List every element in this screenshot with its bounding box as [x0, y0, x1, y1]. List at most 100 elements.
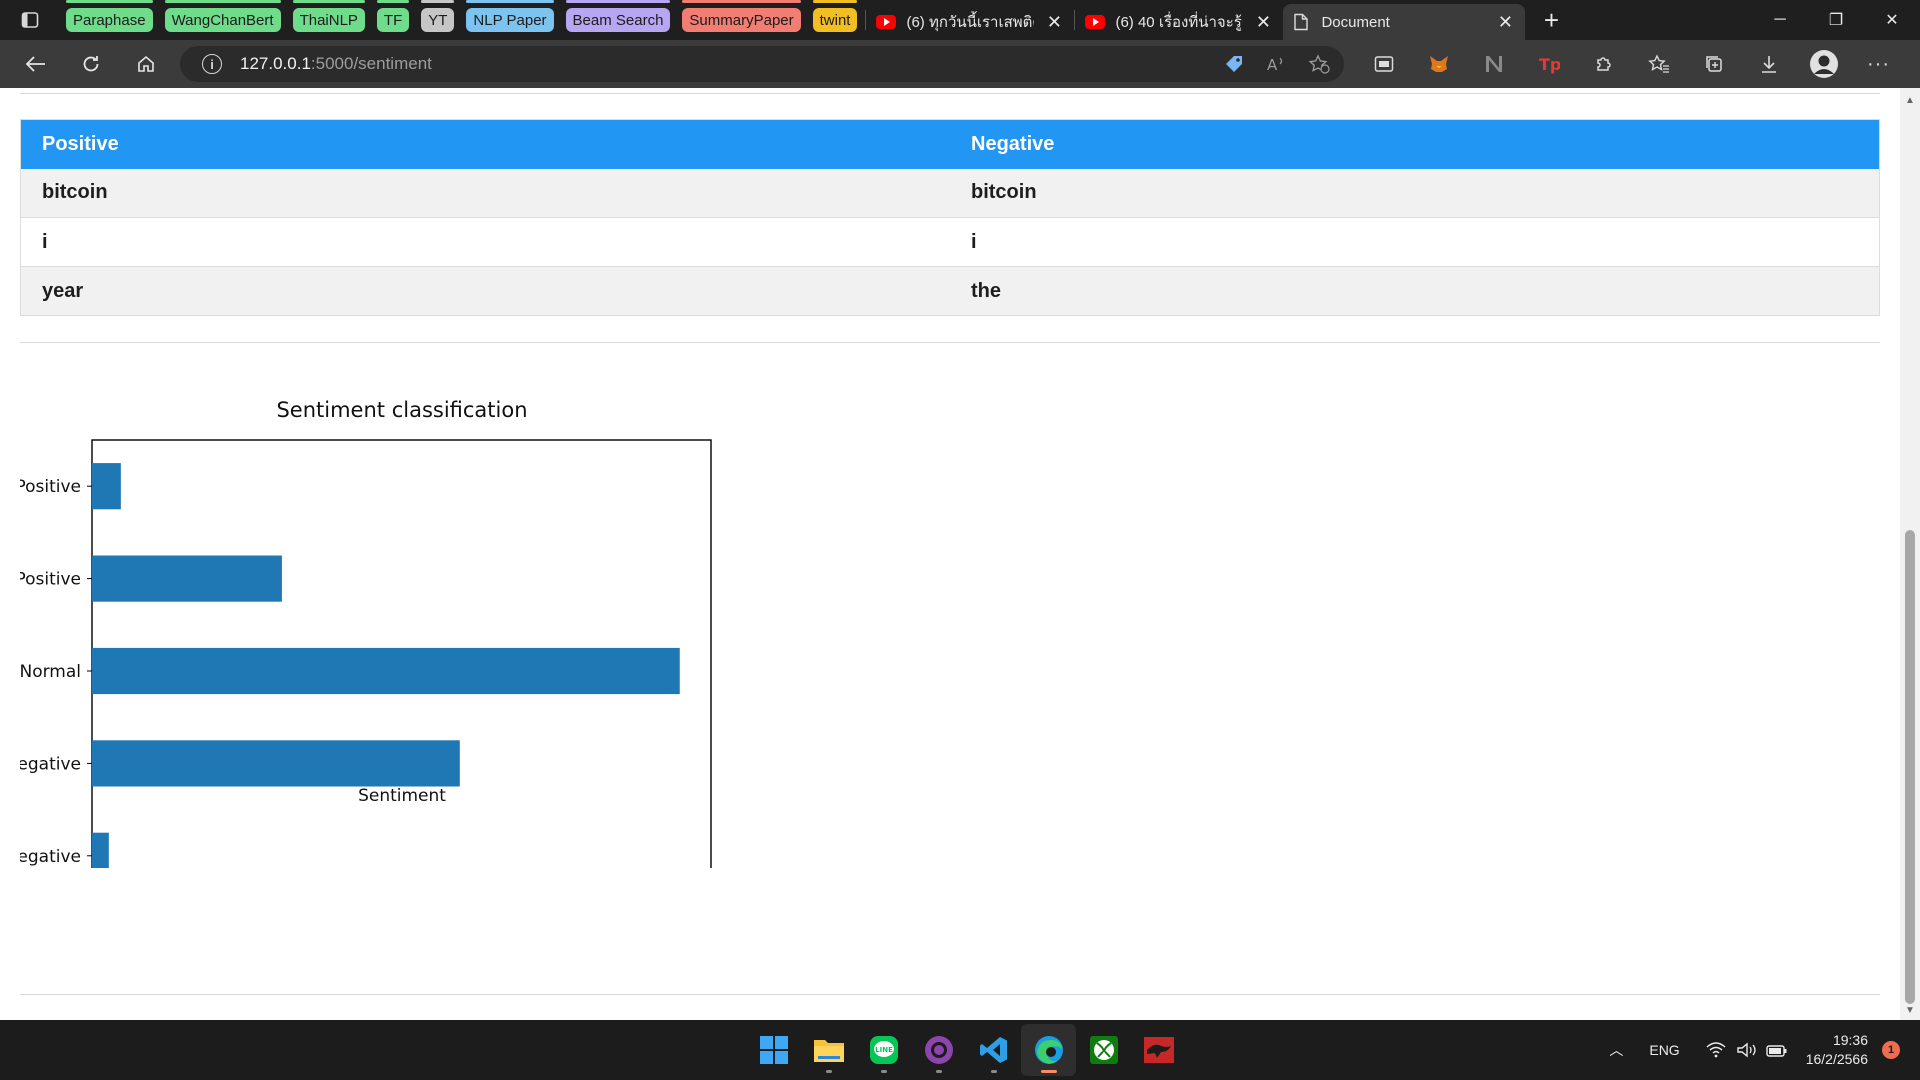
running-indicator [936, 1070, 942, 1073]
tab-youtube-2[interactable]: (6) 40 เรื่องที่น่าจะรู้ก่อนอายุ 40 ✕ [1075, 4, 1283, 40]
favorites-star-icon [1647, 54, 1669, 73]
start-button[interactable] [746, 1024, 801, 1076]
pinned-app-button[interactable] [1131, 1024, 1186, 1076]
tab-title: (6) 40 เรื่องที่น่าจะรู้ก่อนอายุ 40 [1115, 14, 1243, 31]
notification-badge[interactable]: 1 [1882, 1041, 1900, 1059]
settings-menu-button[interactable]: ··· [1851, 40, 1906, 88]
wifi-icon[interactable] [1706, 1042, 1726, 1058]
table-cell: the [950, 266, 1880, 316]
favorites-button[interactable] [1631, 40, 1686, 88]
close-tab-icon[interactable]: ✕ [1495, 12, 1515, 33]
collections-button[interactable] [1686, 40, 1741, 88]
tp-extension-button[interactable]: Tp [1521, 40, 1576, 88]
tab-document[interactable]: Document ✕ [1283, 4, 1526, 40]
restore-icon[interactable]: ❐ [1808, 0, 1864, 40]
vscode-button[interactable] [966, 1024, 1021, 1076]
table-cell: year [20, 266, 950, 316]
close-window-icon[interactable]: ✕ [1864, 0, 1920, 40]
tab-actions-icon [21, 12, 39, 28]
bar-very-positive [92, 463, 121, 510]
metamask-extension-button[interactable] [1411, 40, 1466, 88]
tab-group-tf[interactable]: TF [376, 0, 410, 32]
coupon-tag-icon[interactable] [1224, 54, 1244, 74]
metamask-fox-icon [1429, 56, 1448, 72]
edge-icon [1034, 1036, 1063, 1064]
home-button[interactable] [126, 44, 166, 84]
windows-taskbar: LINE ︿ ENG 19:36 16/2/2566 1 [0, 1020, 1920, 1080]
svg-text:Tp: Tp [1539, 55, 1560, 74]
edge-button[interactable] [1021, 1024, 1076, 1076]
tab-title: (6) ทุกวันนี้เราเสพติดอะไรบ้าง [906, 14, 1034, 31]
url-text[interactable]: 127.0.0.1:5000/sentiment [240, 54, 432, 74]
minimize-icon[interactable]: ─ [1752, 0, 1808, 40]
notion-extension-button[interactable] [1466, 40, 1521, 88]
notion-n-icon [1485, 56, 1502, 72]
download-icon [1761, 56, 1776, 73]
y-tick-label: Positive [20, 570, 81, 590]
svg-text:A: A [1267, 56, 1278, 74]
tab-group-nlp-paper[interactable]: NLP Paper [466, 0, 554, 32]
line-app-button[interactable]: LINE [856, 1024, 911, 1076]
extensions-button[interactable] [1576, 40, 1631, 88]
collections-icon [1705, 56, 1722, 72]
tab-actions-button[interactable] [0, 0, 60, 40]
xbox-button[interactable] [1076, 1024, 1131, 1076]
back-button[interactable] [16, 44, 56, 84]
scrollbar-thumb[interactable] [1905, 530, 1915, 1004]
y-tick-label: ry Positive [20, 477, 81, 497]
battery-icon[interactable] [1766, 1042, 1788, 1058]
toolbar-icons: Tp ··· [1356, 40, 1906, 88]
tab-youtube-1[interactable]: (6) ทุกวันนี้เราเสพติดอะไรบ้าง ✕ [866, 4, 1074, 40]
refresh-button[interactable] [71, 44, 111, 84]
table-cell: bitcoin [950, 168, 1880, 218]
table-row: year the [20, 266, 1880, 316]
divider [20, 342, 1880, 343]
tab-groups: Paraphase WangChanBert ThaiNLP TF YT NLP Pape… [66, 0, 869, 32]
tab-group-wangchanbert[interactable]: WangChanBert [164, 0, 281, 32]
tab-group-yt[interactable]: YT [421, 0, 455, 32]
clock-date: 16/2/2566 [1805, 1051, 1868, 1067]
table-cell: i [950, 217, 1880, 267]
split-screen-icon [1374, 56, 1393, 72]
page-scrollbar[interactable]: ▲ ▼ [1900, 88, 1920, 1020]
site-info-icon[interactable]: i [202, 54, 222, 74]
url-path: :5000/sentiment [310, 54, 432, 73]
read-aloud-icon[interactable]: A [1266, 54, 1286, 74]
file-explorer-icon [813, 1040, 844, 1062]
split-screen-button[interactable] [1356, 40, 1411, 88]
close-tab-icon[interactable]: ✕ [1044, 12, 1064, 33]
tab-group-summarypaper[interactable]: SummaryPaper [682, 0, 801, 32]
table-row: i i [20, 217, 1880, 267]
system-tray: ︿ ENG 19:36 16/2/2566 1 [1609, 1020, 1900, 1080]
tab-group-paraphase[interactable]: Paraphase [66, 0, 153, 32]
file-explorer-button[interactable] [801, 1024, 856, 1076]
table-row: bitcoin bitcoin [20, 168, 1880, 218]
tab-group-thainlp[interactable]: ThaiNLP [292, 0, 366, 32]
language-indicator[interactable]: ENG [1649, 1042, 1679, 1058]
clock[interactable]: 19:36 16/2/2566 [1806, 1031, 1868, 1069]
show-hidden-icons-chevron-icon[interactable]: ︿ [1609, 1040, 1623, 1060]
close-tab-icon[interactable]: ✕ [1253, 12, 1273, 33]
tab-group-beam-search[interactable]: Beam Search [565, 0, 671, 32]
tab-strip: Paraphase WangChanBert ThaiNLP TF YT NLP Pape… [0, 0, 1920, 40]
page-content: Positive Negative bitcoin bitcoin i i ye… [0, 88, 1900, 1020]
address-bar[interactable]: i 127.0.0.1:5000/sentiment A [180, 46, 1344, 82]
new-tab-button[interactable]: + [1531, 5, 1571, 36]
y-tick-label: Negative [20, 754, 81, 774]
avatar [1809, 50, 1838, 78]
running-indicator [991, 1070, 997, 1073]
youtube-icon [876, 15, 897, 29]
downloads-button[interactable] [1741, 40, 1796, 88]
windows-start-icon [759, 1036, 788, 1064]
add-favorite-icon[interactable] [1308, 54, 1330, 74]
scroll-down-arrow-icon[interactable]: ▼ [1900, 1002, 1920, 1020]
profile-button[interactable] [1796, 40, 1851, 88]
url-host: 127.0.0.1 [240, 54, 311, 73]
scroll-up-arrow-icon[interactable]: ▲ [1900, 92, 1920, 110]
tab-group-twint[interactable]: twint [812, 0, 858, 32]
x-axis-label: Sentiment [358, 786, 446, 806]
volume-icon[interactable] [1736, 1042, 1758, 1058]
clock-time: 19:36 [1832, 1032, 1868, 1048]
running-indicator [881, 1070, 887, 1073]
github-desktop-button[interactable] [911, 1024, 966, 1076]
